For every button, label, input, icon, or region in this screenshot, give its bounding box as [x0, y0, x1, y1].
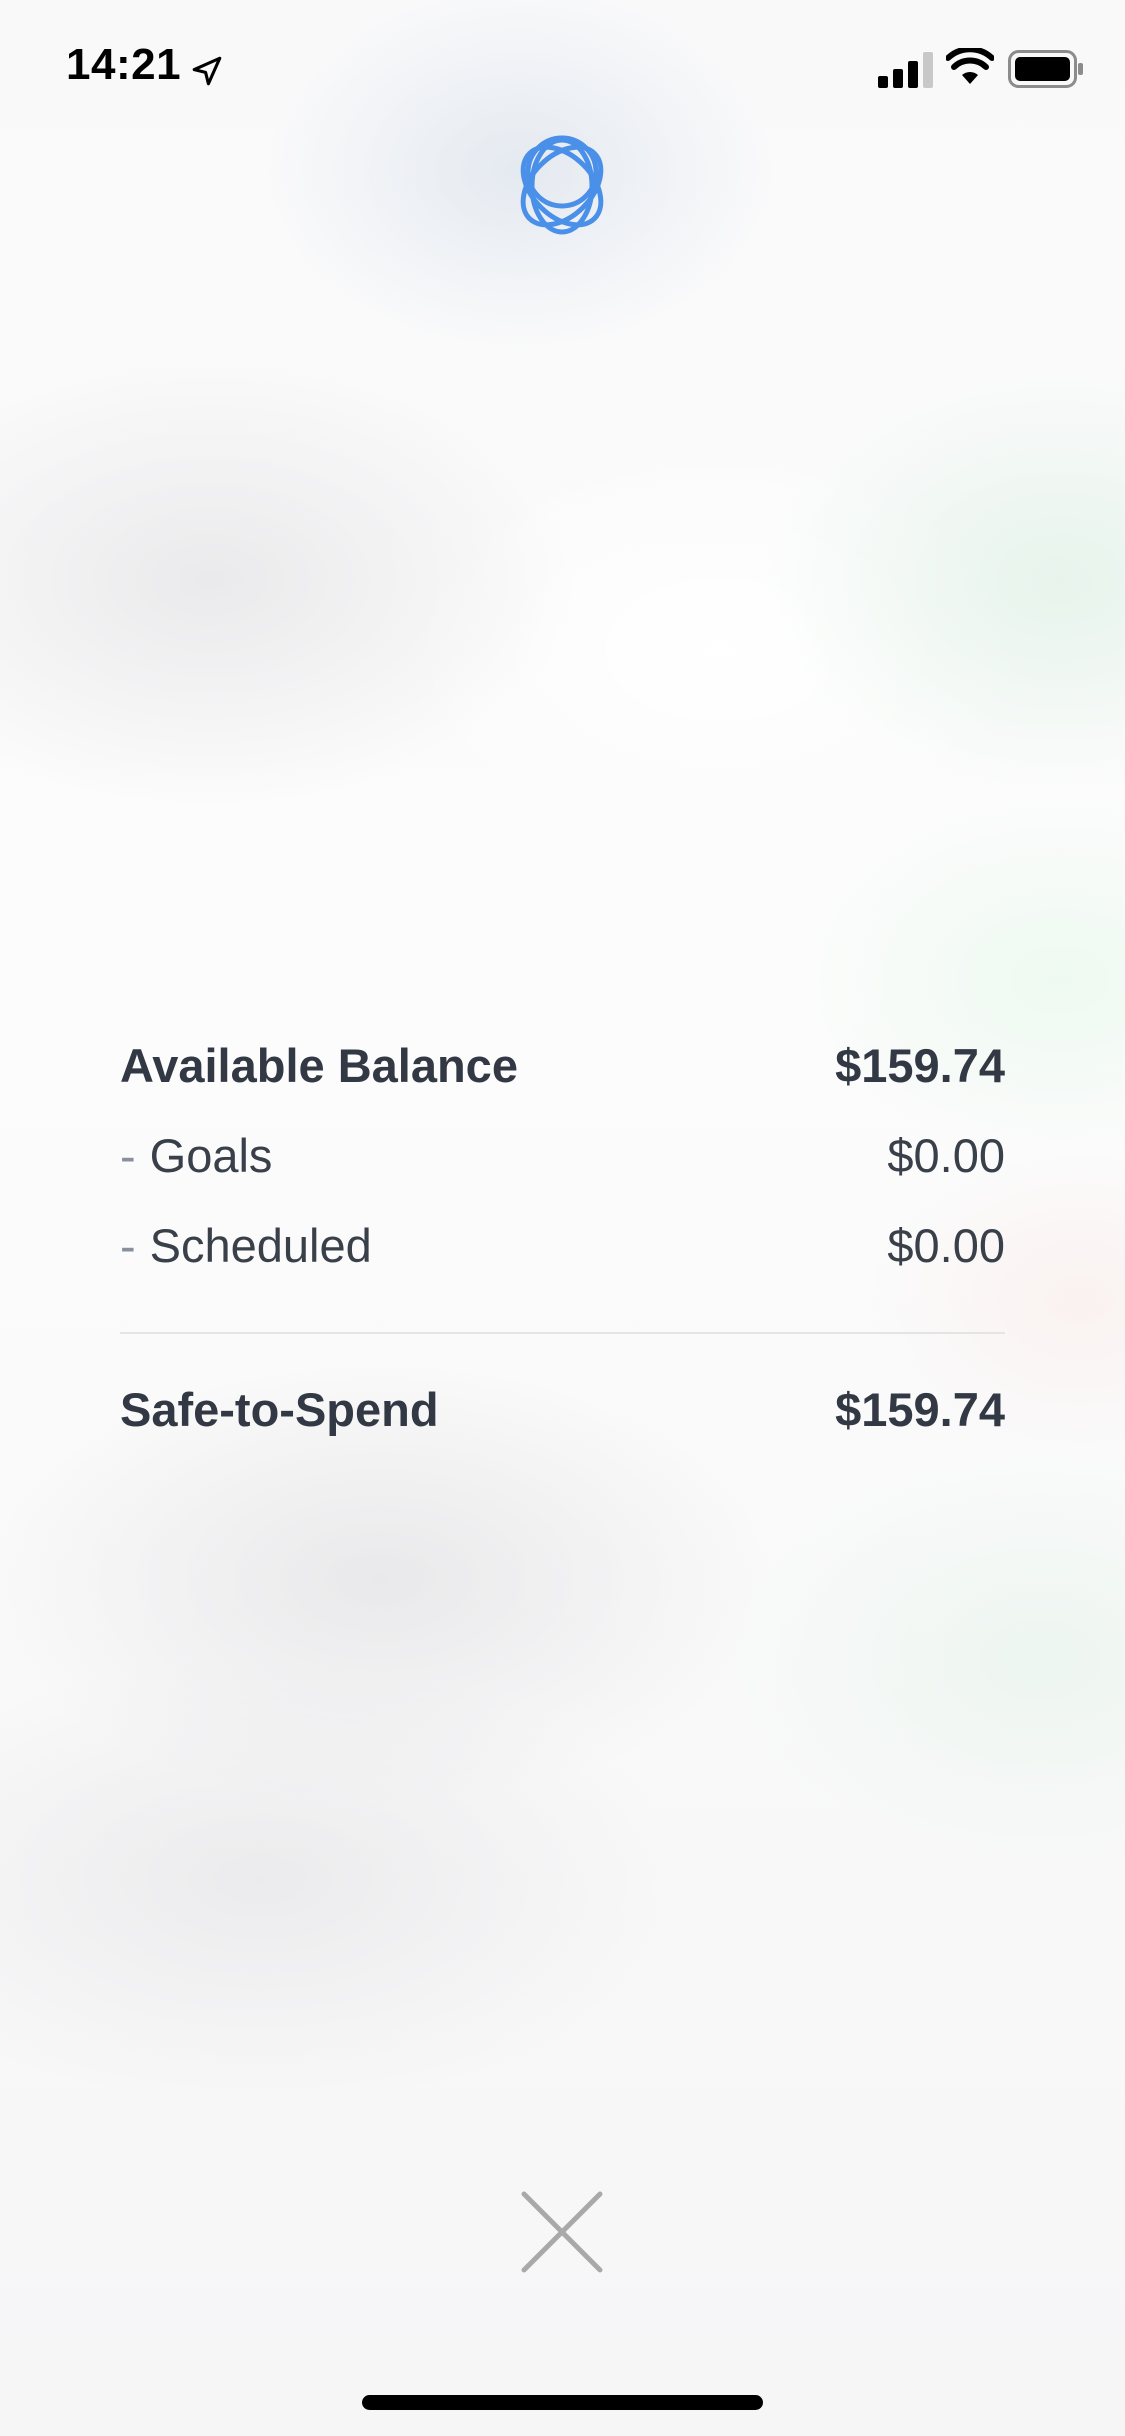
available-balance-label: Available Balance [120, 1038, 518, 1092]
goals-label-group: - Goals [120, 1128, 272, 1183]
status-bar: 14:21 [0, 0, 1125, 140]
close-x-icon[interactable] [520, 2190, 604, 2274]
goals-row: - Goals $0.00 [120, 1110, 1005, 1200]
scheduled-label-group: - Scheduled [120, 1218, 372, 1273]
safe-to-spend-label: Safe-to-Spend [120, 1382, 439, 1436]
battery-icon [1008, 50, 1083, 88]
goals-value: $0.00 [887, 1128, 1005, 1182]
goals-label: Goals [149, 1128, 273, 1182]
status-time: 14:21 [66, 40, 182, 89]
divider [120, 1332, 1005, 1334]
home-indicator[interactable] [362, 2395, 763, 2410]
safe-to-spend-row: Safe-to-Spend $159.74 [120, 1364, 1005, 1454]
scheduled-value: $0.00 [887, 1218, 1005, 1272]
scheduled-row: - Scheduled $0.00 [120, 1200, 1005, 1290]
location-arrow-icon [192, 56, 222, 86]
available-balance-value: $159.74 [835, 1038, 1005, 1092]
safe-to-spend-value: $159.74 [835, 1382, 1005, 1436]
scheduled-minus-prefix: - [120, 1218, 136, 1272]
scheduled-label: Scheduled [149, 1218, 372, 1272]
interlocking-rings-logo-icon [520, 135, 604, 235]
wifi-icon [946, 48, 994, 84]
safe-to-spend-breakdown: Available Balance $159.74 - Goals $0.00 -… [120, 1020, 1005, 1454]
available-balance-row: Available Balance $159.74 [120, 1020, 1005, 1110]
goals-minus-prefix: - [120, 1128, 136, 1182]
cellular-signal-icon [878, 52, 933, 88]
